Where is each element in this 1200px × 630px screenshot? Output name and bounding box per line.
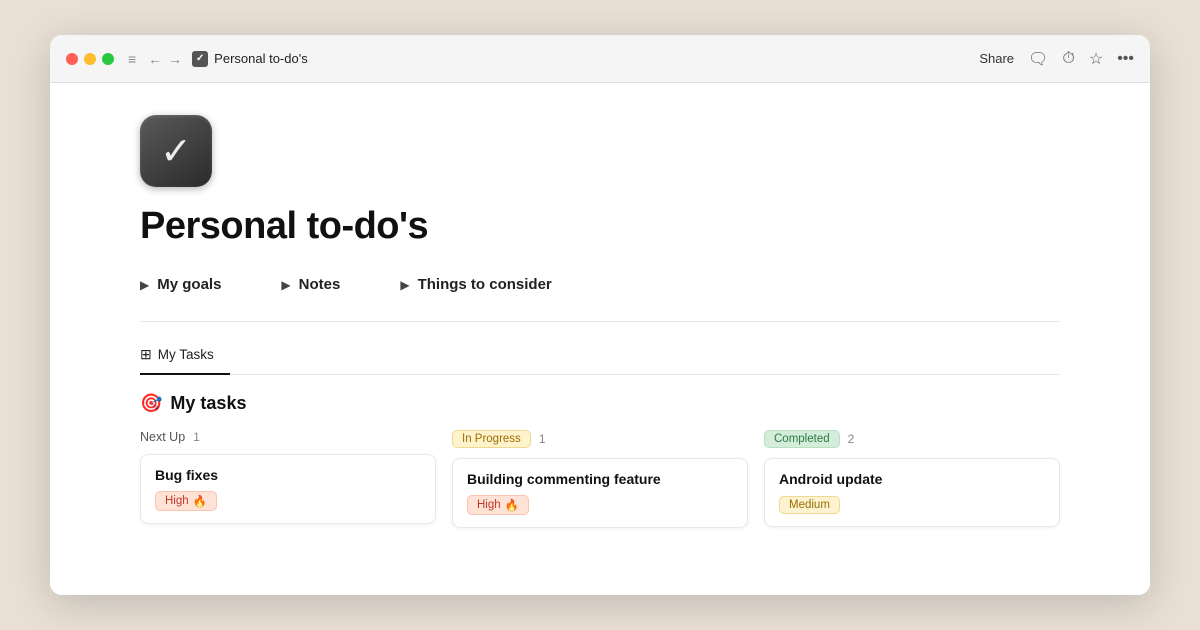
task-title: Bug fixes — [155, 467, 421, 483]
page-icon-wrapper: ✓ — [140, 115, 1060, 187]
task-card[interactable]: Building commenting feature High 🔥 — [452, 458, 748, 528]
fire-icon: 🔥 — [505, 498, 519, 512]
priority-badge: Medium — [779, 496, 840, 514]
page-favicon — [192, 51, 208, 67]
close-button[interactable] — [66, 53, 78, 65]
more-options-icon[interactable]: ••• — [1117, 50, 1134, 68]
section-label: Things to consider — [418, 276, 552, 293]
column-header-completed: Completed 2 — [764, 430, 1060, 448]
priority-label: High — [165, 495, 189, 507]
fire-icon: 🔥 — [193, 494, 207, 508]
menu-icon[interactable]: ≡ — [128, 51, 136, 67]
forward-button[interactable]: → — [168, 51, 182, 67]
priority-label: Medium — [789, 499, 830, 511]
kanban-board: Next Up 1 Bug fixes High 🔥 In Progress 1 — [140, 430, 1060, 528]
section-things-to-consider[interactable]: ▶ Things to consider — [400, 276, 551, 293]
back-button[interactable]: ← — [148, 51, 162, 67]
star-icon[interactable]: ☆ — [1089, 49, 1103, 69]
tab-label: My Tasks — [158, 347, 214, 362]
tasks-section-header: 🎯 My tasks — [140, 393, 1060, 414]
section-label: My goals — [157, 276, 221, 293]
checkmark-icon: ✓ — [160, 129, 192, 174]
tab-nav: ⊞ My Tasks — [140, 338, 1060, 375]
column-badge-completed: Completed — [764, 430, 840, 448]
column-header-next-up: Next Up 1 — [140, 430, 436, 444]
priority-badge: High 🔥 — [467, 495, 529, 515]
column-count: 1 — [193, 430, 200, 444]
tab-my-tasks[interactable]: ⊞ My Tasks — [140, 338, 230, 375]
tasks-emoji: 🎯 — [140, 393, 162, 414]
column-count: 1 — [539, 432, 546, 446]
column-badge-inprogress: In Progress — [452, 430, 531, 448]
traffic-lights — [66, 53, 114, 65]
section-notes[interactable]: ▶ Notes — [281, 276, 340, 293]
tab-area: Personal to-do's — [192, 51, 979, 67]
arrow-icon: ▶ — [400, 278, 409, 292]
column-count: 2 — [848, 432, 855, 446]
maximize-button[interactable] — [102, 53, 114, 65]
section-label: Notes — [299, 276, 341, 293]
page-content: ✓ Personal to-do's ▶ My goals ▶ Notes ▶ … — [50, 83, 1150, 595]
arrow-icon: ▶ — [281, 278, 290, 292]
task-title: Building commenting feature — [467, 471, 733, 487]
share-button[interactable]: Share — [979, 51, 1014, 66]
divider — [140, 321, 1060, 322]
tab-title: Personal to-do's — [214, 51, 308, 66]
arrow-icon: ▶ — [140, 278, 149, 292]
priority-label: High — [477, 499, 501, 511]
title-bar: ≡ ← → Personal to-do's Share 🗨 ⏱ ☆ ••• — [50, 35, 1150, 83]
browser-window: ≡ ← → Personal to-do's Share 🗨 ⏱ ☆ ••• ✓… — [50, 35, 1150, 595]
tasks-title: My tasks — [170, 393, 246, 414]
sections-row: ▶ My goals ▶ Notes ▶ Things to consider — [140, 276, 1060, 293]
title-bar-actions: Share 🗨 ⏱ ☆ ••• — [979, 49, 1134, 69]
task-card[interactable]: Bug fixes High 🔥 — [140, 454, 436, 524]
minimize-button[interactable] — [84, 53, 96, 65]
page-title: Personal to-do's — [140, 205, 1060, 248]
column-header-in-progress: In Progress 1 — [452, 430, 748, 448]
task-title: Android update — [779, 471, 1045, 487]
nav-arrows: ← → — [148, 51, 182, 67]
column-in-progress: In Progress 1 Building commenting featur… — [452, 430, 748, 528]
history-icon[interactable]: ⏱ — [1062, 50, 1074, 68]
page-icon: ✓ — [140, 115, 212, 187]
column-next-up: Next Up 1 Bug fixes High 🔥 — [140, 430, 436, 528]
table-icon: ⊞ — [140, 346, 152, 363]
section-my-goals[interactable]: ▶ My goals — [140, 276, 221, 293]
column-label: Next Up — [140, 430, 185, 444]
column-completed: Completed 2 Android update Medium — [764, 430, 1060, 528]
task-card[interactable]: Android update Medium — [764, 458, 1060, 527]
priority-badge: High 🔥 — [155, 491, 217, 511]
comment-icon[interactable]: 🗨 — [1028, 49, 1048, 69]
